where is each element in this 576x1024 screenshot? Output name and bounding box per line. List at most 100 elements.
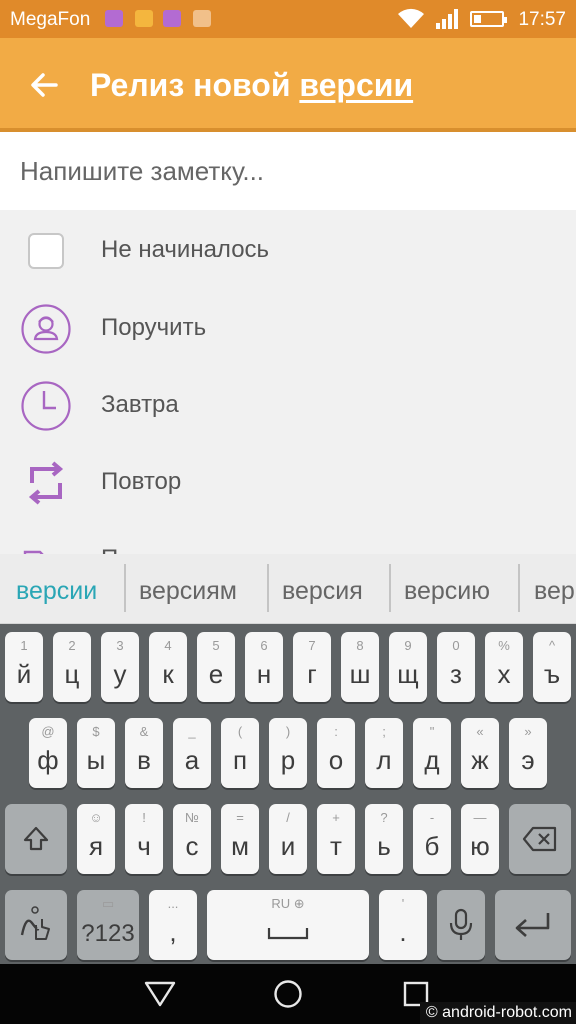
- image-icon: [163, 10, 181, 27]
- key-hint: %: [498, 638, 510, 653]
- key-label: ж: [471, 745, 489, 775]
- key[interactable]: " д: [413, 718, 451, 788]
- key[interactable]: / и: [269, 804, 307, 874]
- swipe-input-key[interactable]: [5, 890, 67, 960]
- key[interactable]: ? ь: [365, 804, 403, 874]
- key[interactable]: — ю: [461, 804, 499, 874]
- key[interactable]: 4к: [149, 632, 187, 702]
- key[interactable]: ) р: [269, 718, 307, 788]
- comma-key[interactable]: ... ,: [149, 890, 197, 960]
- key-label: г: [307, 659, 317, 689]
- symbols-key[interactable]: ▭ ?123: [77, 890, 139, 960]
- key-hint: 6: [260, 638, 268, 653]
- key[interactable]: 9щ: [389, 632, 427, 702]
- key[interactable]: » э: [509, 718, 547, 788]
- key[interactable]: _ а: [173, 718, 211, 788]
- key[interactable]: -б: [413, 804, 451, 874]
- key[interactable]: + т: [317, 804, 355, 874]
- message-icon: [105, 10, 123, 27]
- key-hint: ^: [548, 638, 556, 653]
- key[interactable]: 3у: [101, 632, 139, 702]
- key-label: я: [88, 831, 104, 861]
- key-label: й: [16, 659, 32, 689]
- back-nav-button[interactable]: [142, 978, 178, 1010]
- shift-icon: [23, 826, 49, 851]
- backspace-key[interactable]: [509, 804, 571, 874]
- enter-icon: [515, 913, 550, 937]
- suggestion-divider: [267, 564, 269, 612]
- key[interactable]: $ ы: [77, 718, 115, 788]
- space-key[interactable]: RU ⊕: [207, 890, 369, 960]
- home-nav-button[interactable]: [270, 978, 306, 1010]
- key-hint: ☺: [89, 810, 103, 825]
- title-underlined-word: версии: [299, 67, 414, 103]
- note-input[interactable]: [0, 132, 576, 210]
- repeat-icon: [20, 457, 72, 509]
- key-label: щ: [397, 659, 419, 689]
- battery-level: [474, 15, 481, 23]
- key[interactable]: ! ч: [125, 804, 163, 874]
- shift-key[interactable]: [5, 804, 67, 874]
- key[interactable]: 6н: [245, 632, 283, 702]
- key[interactable]: № с: [173, 804, 211, 874]
- key[interactable]: 0з: [437, 632, 475, 702]
- enter-key[interactable]: [495, 890, 571, 960]
- key-label: н: [256, 659, 272, 689]
- option-due-label: Завтра: [101, 391, 179, 418]
- suggestion-4[interactable]: версию: [404, 577, 490, 606]
- option-due[interactable]: Завтра: [0, 367, 576, 443]
- key[interactable]: «ж: [461, 718, 499, 788]
- key[interactable]: & в: [125, 718, 163, 788]
- key-hint: —: [473, 810, 487, 825]
- key-hint: 8: [356, 638, 364, 653]
- suggestion-2[interactable]: версиям: [139, 577, 237, 606]
- voice-input-key[interactable]: [437, 890, 485, 960]
- shop-icon: [135, 10, 153, 27]
- key-label: м: [231, 831, 249, 861]
- key-label: п: [232, 745, 248, 775]
- key-label: ь: [377, 831, 391, 861]
- key-hint: 1: [20, 638, 28, 653]
- key-hint: &: [139, 724, 149, 739]
- checkbox-icon[interactable]: [20, 225, 72, 277]
- arrow-left-icon: [31, 73, 58, 97]
- key-hint: =: [236, 810, 244, 825]
- key[interactable]: 1й: [5, 632, 43, 702]
- key-hint: ): [285, 724, 291, 739]
- suggestion-3[interactable]: версия: [282, 577, 363, 606]
- key[interactable]: @ ф: [29, 718, 67, 788]
- suggestion-divider: [124, 564, 126, 612]
- key-label: у: [113, 659, 127, 689]
- key[interactable]: = м: [221, 804, 259, 874]
- watermark: © android-robot.com: [419, 1002, 576, 1024]
- note-row: [0, 132, 576, 210]
- option-status[interactable]: Не начиналось: [0, 212, 576, 288]
- key[interactable]: ^ ъ: [533, 632, 571, 702]
- key-hint: !: [142, 810, 146, 825]
- suggestion-divider: [518, 564, 520, 612]
- page-title[interactable]: Релиз новой версии: [90, 67, 413, 104]
- suggestion-5[interactable]: вер: [534, 577, 575, 606]
- key[interactable]: 7г: [293, 632, 331, 702]
- back-button[interactable]: [22, 62, 68, 108]
- option-assign[interactable]: Поручить: [0, 290, 576, 366]
- key[interactable]: 8ш: [341, 632, 379, 702]
- key[interactable]: % х: [485, 632, 523, 702]
- key[interactable]: (п: [221, 718, 259, 788]
- option-repeat[interactable]: Повтор: [0, 444, 576, 520]
- key[interactable]: 5е: [197, 632, 235, 702]
- key[interactable]: :о: [317, 718, 355, 788]
- key[interactable]: ; л: [365, 718, 403, 788]
- key-label: т: [330, 831, 342, 861]
- app-bar: Релиз новой версии: [0, 38, 576, 132]
- key-hint: 3: [116, 638, 124, 653]
- key[interactable]: ☺ я: [77, 804, 115, 874]
- key-label: к: [162, 659, 174, 689]
- key-hint: 7: [308, 638, 316, 653]
- period-key[interactable]: ' .: [379, 890, 427, 960]
- suggestion-1[interactable]: версии: [16, 577, 97, 606]
- key[interactable]: 2ц: [53, 632, 91, 702]
- key-hint: 9: [404, 638, 412, 653]
- option-folder[interactable]: П...: [0, 521, 576, 554]
- carrier-name: MegaFon: [10, 9, 91, 30]
